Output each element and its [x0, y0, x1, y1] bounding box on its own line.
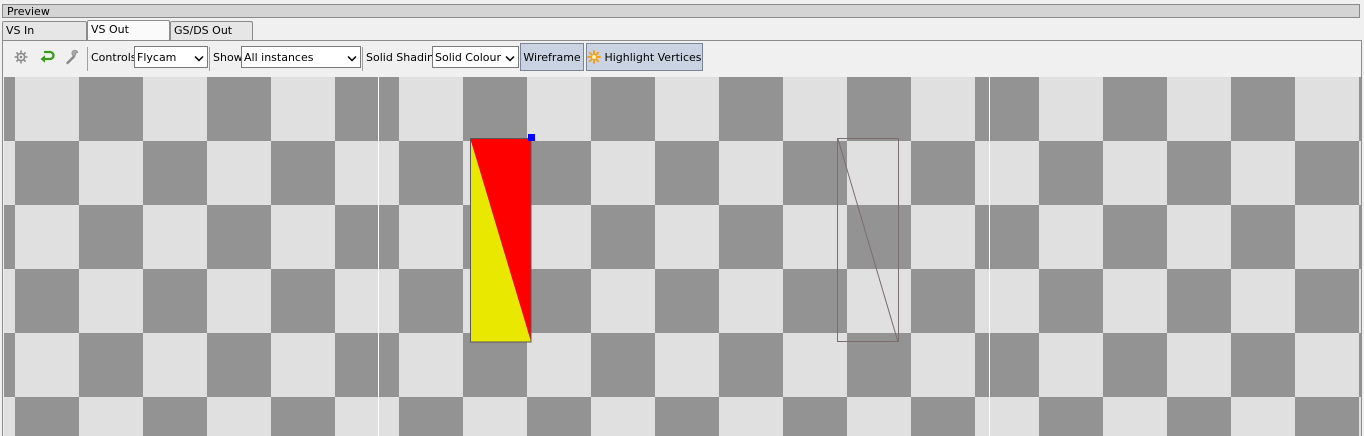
highlighted-vertex: [528, 134, 535, 141]
show-dropdown-value: All instances: [244, 51, 314, 64]
solid-shading-dropdown[interactable]: Solid Colour: [432, 46, 519, 68]
solid-shading-label: Solid Shading: [366, 51, 441, 64]
gear-icon[interactable]: [12, 48, 30, 66]
controls-dropdown[interactable]: Flycam: [134, 46, 208, 68]
highlight-vertices-toggle-button[interactable]: Highlight Vertices: [586, 43, 703, 71]
tab-strip: VS In VS Out GS/DS Out: [2, 19, 1362, 41]
sparkle-icon: [587, 50, 602, 64]
controls-dropdown-value: Flycam: [137, 51, 177, 64]
return-arrow-icon[interactable]: [38, 48, 56, 66]
show-label: Show: [213, 51, 243, 64]
wireframe-toggle-button[interactable]: Wireframe: [520, 43, 584, 71]
chevron-down-icon: [505, 53, 515, 66]
solid-mesh: [470, 134, 535, 343]
toolbar-separator: [209, 47, 210, 71]
tab-gs-ds-out[interactable]: GS/DS Out: [170, 21, 253, 41]
controls-label: Controls: [91, 51, 137, 64]
preview-title: Preview: [7, 5, 50, 18]
mesh-toolbar: Controls Flycam Show All instances Solid…: [3, 41, 1361, 74]
show-dropdown[interactable]: All instances: [241, 46, 361, 68]
wireframe-label: Wireframe: [523, 50, 581, 64]
checkerboard-background: [4, 77, 1361, 436]
mesh-preview-canvas: [4, 77, 1361, 436]
toolbar-separator: [87, 47, 88, 71]
tab-vs-out[interactable]: VS Out: [87, 20, 170, 41]
tab-vs-in[interactable]: VS In: [2, 21, 87, 41]
preview-title-bar: Preview: [2, 4, 1360, 18]
chevron-down-icon: [347, 53, 357, 66]
chevron-down-icon: [194, 53, 204, 66]
mesh-preview-viewport[interactable]: [4, 77, 1361, 436]
wrench-icon[interactable]: [64, 48, 82, 66]
highlight-vertices-label: Highlight Vertices: [604, 50, 702, 64]
solid-shading-dropdown-value: Solid Colour: [435, 51, 501, 64]
toolbar-separator: [362, 47, 363, 71]
